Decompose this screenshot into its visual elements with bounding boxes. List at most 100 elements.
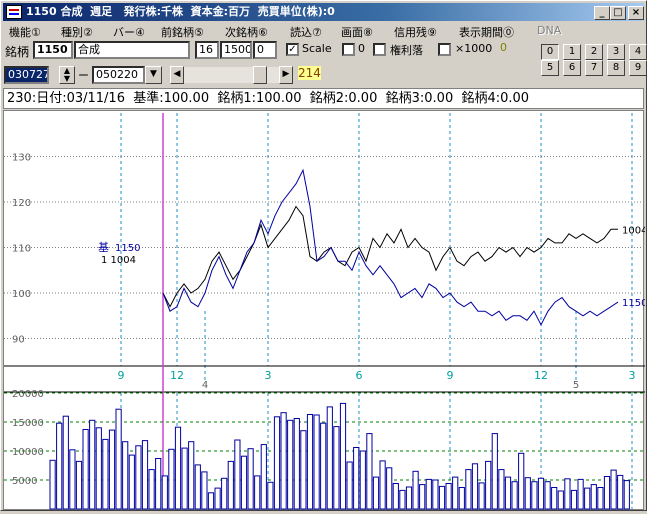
volume-bar — [108, 429, 116, 510]
param3-field[interactable]: 0 — [253, 41, 277, 59]
x-year-label: 4 — [202, 380, 208, 391]
volume-bar — [82, 429, 89, 510]
param1-field[interactable]: 16 — [195, 41, 219, 59]
number-button-5[interactable]: 5 — [541, 60, 559, 76]
volume-bar — [610, 469, 617, 510]
volume-bar — [326, 406, 333, 510]
x-tick-label: 12 — [170, 369, 184, 382]
scale-checkbox[interactable]: ✓ — [286, 43, 299, 56]
menu-next-stock[interactable]: 次銘柄⑥ — [225, 24, 268, 40]
volume-bar — [405, 486, 413, 510]
volume-bar — [141, 440, 149, 510]
x1000-value: 0 — [500, 41, 507, 54]
number-button-4[interactable]: 4 — [629, 44, 647, 60]
close-button[interactable]: × — [628, 6, 644, 20]
volume-bar — [339, 402, 347, 510]
code-field[interactable]: 1150 — [33, 41, 73, 59]
volume-bar — [617, 474, 624, 510]
x1000-checkbox[interactable] — [438, 43, 451, 56]
volume-bar — [544, 481, 551, 510]
volume-bar — [247, 448, 254, 510]
app-icon[interactable] — [6, 5, 22, 19]
number-button-8[interactable]: 8 — [607, 60, 625, 76]
volume-bar — [95, 427, 102, 510]
volume-bar — [392, 483, 399, 510]
start-date-spinner[interactable]: ▲ ▼ — [59, 66, 75, 84]
slider-thumb[interactable] — [253, 66, 267, 84]
volume-bar — [62, 415, 69, 510]
volume-bar — [359, 450, 366, 510]
volume-bar — [214, 487, 221, 510]
slider-left-arrow[interactable]: ◀ — [170, 66, 184, 84]
x1000-label: ×1000 — [455, 42, 493, 55]
number-button-6[interactable]: 6 — [563, 60, 581, 76]
volume-bar — [425, 478, 432, 510]
volume-bar — [161, 475, 168, 510]
title-bar[interactable]: 1150 合成 週足 発行株:千株 資本金:百万 売買単位(株):0 _ □ × — [3, 3, 644, 21]
menu-prev-stock[interactable]: 前銘柄⑤ — [161, 24, 204, 40]
volume-bar — [207, 492, 215, 510]
volume-bar — [122, 441, 129, 510]
legend-marker: 基 — [98, 241, 109, 254]
volume-bar — [155, 458, 162, 510]
menu-bar: 機能① 種別② バー④ 前銘柄⑤ 次銘柄⑥ 読込⑦ 画面⑧ 信用残⑨ 表示期間⓪… — [3, 22, 644, 40]
slider-right-arrow[interactable]: ▶ — [279, 66, 293, 84]
volume-bar — [623, 480, 630, 510]
number-button-0[interactable]: 0 — [541, 44, 559, 60]
menu-credit[interactable]: 信用残⑨ — [394, 24, 437, 40]
zero-checkbox[interactable] — [342, 43, 355, 56]
number-button-1[interactable]: 1 — [563, 44, 581, 60]
volume-y-tick-label: 10000 — [12, 447, 44, 458]
y-tick-label: 100 — [12, 289, 31, 300]
number-button-7[interactable]: 7 — [585, 60, 603, 76]
date-separator: ー — [78, 69, 89, 82]
volume-bar — [181, 447, 188, 510]
end-date-dropdown-button[interactable]: ▼ — [145, 66, 162, 84]
volume-bar — [49, 459, 56, 510]
volume-bar — [115, 408, 122, 510]
kenri-checkbox[interactable] — [373, 43, 386, 56]
volume-bar — [564, 478, 571, 510]
menu-bar-type[interactable]: バー④ — [113, 24, 145, 40]
volume-bar — [267, 481, 274, 510]
menu-shubetsu[interactable]: 種別② — [61, 24, 93, 40]
menu-load[interactable]: 読込⑦ — [290, 24, 322, 40]
menu-screen[interactable]: 画面⑧ — [341, 24, 373, 40]
x-tick-label: 9 — [447, 369, 454, 382]
number-button-9[interactable]: 9 — [629, 60, 647, 76]
volume-bar — [577, 478, 584, 510]
volume-bar — [135, 445, 142, 510]
series-line-1150 — [162, 168, 619, 326]
x-tick-label: 3 — [265, 369, 272, 382]
volume-bar — [300, 430, 307, 510]
end-date-field[interactable]: 050220 — [92, 66, 145, 84]
number-button-3[interactable]: 3 — [607, 44, 625, 60]
number-button-2[interactable]: 2 — [585, 44, 603, 60]
volume-bar — [412, 470, 419, 510]
volume-bar — [227, 460, 234, 510]
name-field[interactable]: 合成 — [74, 41, 190, 59]
volume-bar — [452, 476, 459, 510]
volume-bar — [174, 426, 182, 510]
volume-bar — [379, 460, 386, 510]
volume-bar — [56, 422, 63, 510]
volume-bar — [445, 483, 452, 510]
maximize-button[interactable]: □ — [610, 6, 626, 20]
chart-area[interactable]: 9 12 3 6 9 12 3 4 5 130 120 110 100 90 1004 1150 基 1150 1 … — [3, 110, 647, 511]
menu-kinou[interactable]: 機能① — [9, 24, 41, 40]
volume-bar — [194, 464, 201, 510]
param2-field[interactable]: 1500 — [220, 41, 252, 59]
volume-bar — [524, 477, 531, 510]
volume-bar — [603, 476, 611, 510]
volume-bar — [273, 416, 281, 510]
y-tick-label: 120 — [12, 198, 31, 209]
volume-y-tick-label: 15000 — [12, 418, 44, 429]
start-date-field[interactable]: 030727 — [4, 66, 49, 84]
minimize-button[interactable]: _ — [594, 6, 610, 20]
volume-y-tick-label: 5000 — [12, 476, 37, 487]
menu-display-period[interactable]: 表示期間⓪ — [459, 24, 514, 40]
volume-bar — [148, 469, 155, 510]
code-label: 銘柄 — [5, 45, 30, 59]
chart-svg[interactable]: 9 12 3 6 9 12 34 51301201101009010041150基 11501 … — [4, 111, 647, 511]
volume-bar — [69, 449, 76, 510]
